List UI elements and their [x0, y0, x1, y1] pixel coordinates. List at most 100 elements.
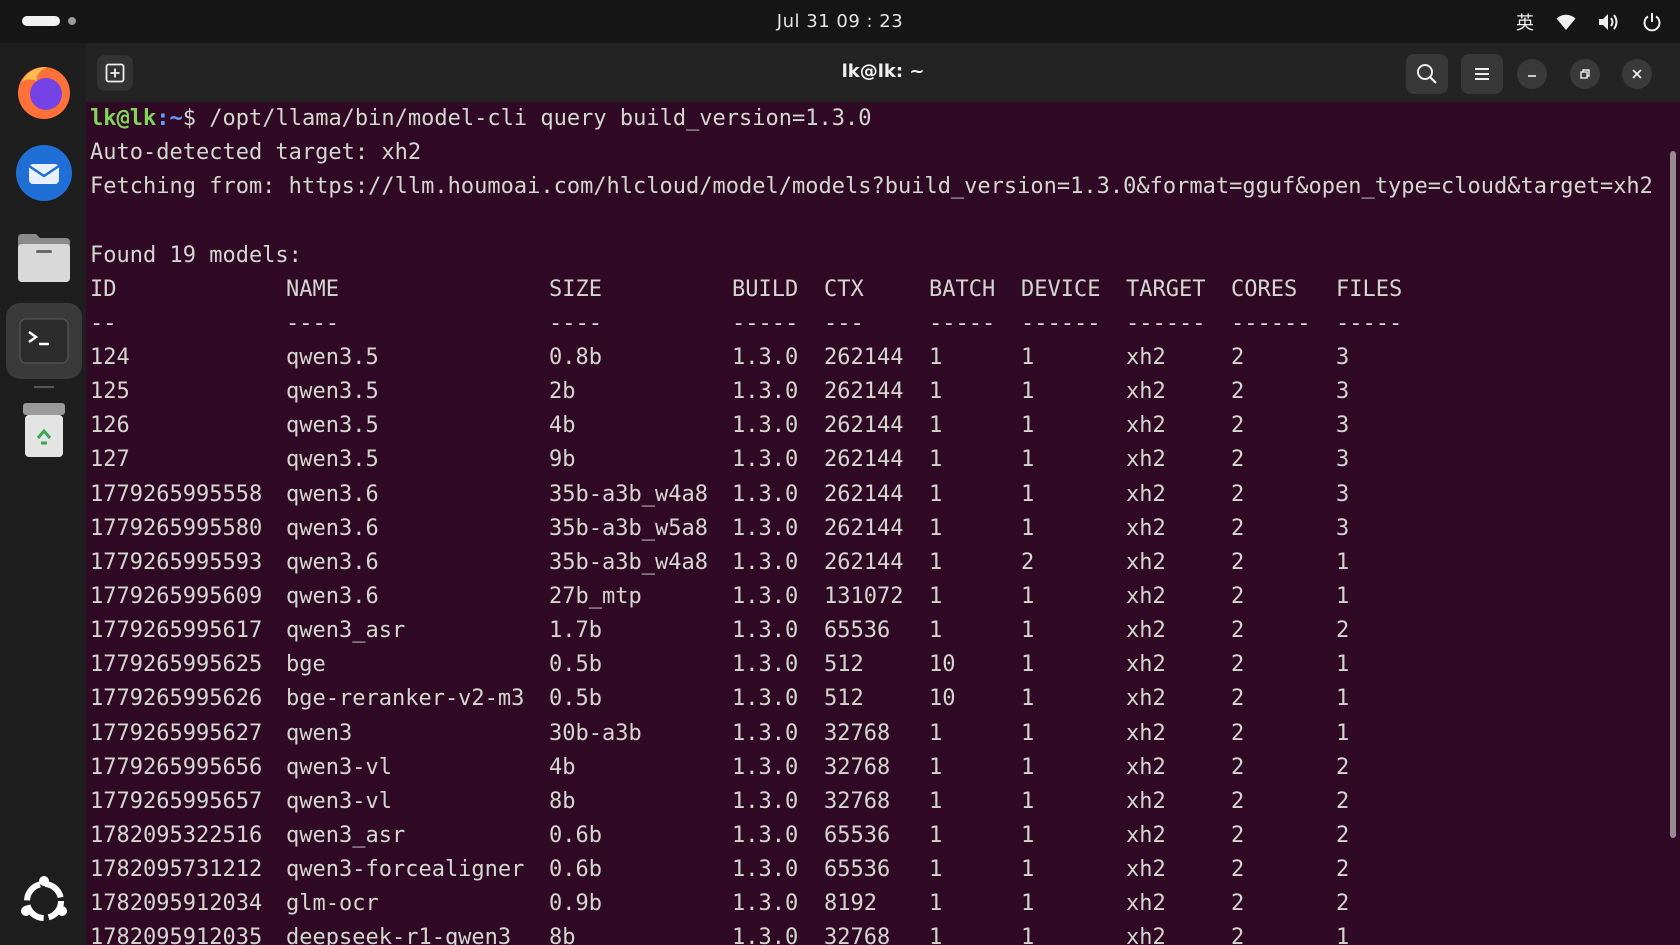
- table-row-cell: 2: [1336, 891, 1350, 917]
- table-row-cell: 1: [929, 413, 943, 439]
- table-row: 1782095731212 qwen3-forcealigner 0.6b 1.3.0…: [90, 853, 1660, 887]
- wifi-icon[interactable]: [1556, 13, 1576, 31]
- table-row-cell: qwen3.5: [286, 344, 379, 370]
- table-header-cell: CTX: [824, 276, 864, 302]
- table-row-cell: 9b: [549, 447, 576, 473]
- table-row-cell: 2: [1231, 925, 1245, 945]
- table-header-cell: DEVICE: [1021, 276, 1101, 302]
- table-row-cell: xh2: [1126, 549, 1166, 575]
- table-separator-cell: ----: [549, 310, 602, 336]
- table-row-cell: 1779265995617: [90, 618, 263, 644]
- table-row-cell: 1.3.0: [732, 379, 799, 405]
- table-row-cell: 2: [1336, 822, 1350, 848]
- table-row-cell: 1.3.0: [732, 344, 799, 370]
- table-row-cell: bge: [286, 652, 326, 678]
- table-row-cell: xh2: [1126, 686, 1166, 712]
- table-row-cell: 1: [1021, 925, 1035, 945]
- table-row-cell: 262144: [824, 549, 904, 575]
- prompt-user: lk@lk: [90, 106, 157, 131]
- input-method-indicator[interactable]: 英: [1516, 9, 1534, 35]
- models-table: ID NAME SIZE BUILD CTX BATCH DEVICE TARGET CORES…: [90, 273, 1660, 945]
- menu-button[interactable]: [1461, 54, 1503, 94]
- table-row-cell: 2: [1231, 379, 1245, 405]
- table-row-cell: 512: [824, 686, 864, 712]
- firefox-icon[interactable]: [12, 60, 76, 124]
- table-row: 1779265995625 bge 0.5b 1.3.0 512 10 1 xh2 2 1: [90, 648, 1660, 682]
- table-row-cell: 262144: [824, 515, 904, 541]
- table-header-cell: FILES: [1336, 276, 1403, 302]
- table-header-cell: ID: [90, 276, 117, 302]
- table-separator-cell: -----: [732, 310, 799, 336]
- search-button[interactable]: [1406, 54, 1448, 94]
- terminal-icon[interactable]: [6, 303, 82, 379]
- table-row-cell: 1: [929, 788, 943, 814]
- table-row-cell: 2: [1231, 720, 1245, 746]
- command-text: /opt/llama/bin/model-cli query build_ver…: [209, 106, 872, 131]
- volume-icon[interactable]: [1598, 13, 1620, 31]
- table-row-cell: 8b: [549, 925, 576, 945]
- table-row-cell: xh2: [1126, 618, 1166, 644]
- table-row-cell: 65536: [824, 618, 891, 644]
- power-icon[interactable]: [1642, 12, 1662, 32]
- table-row-cell: 1: [929, 891, 943, 917]
- top-bar: Jul 31 09 : 23 英: [0, 0, 1680, 43]
- ubuntu-apps-icon[interactable]: [12, 869, 76, 933]
- table-row-cell: 35b-a3b_w4a8: [549, 481, 708, 507]
- table-row-cell: 1: [929, 515, 943, 541]
- table-row-cell: 1: [1336, 686, 1350, 712]
- table-row-cell: 2: [1231, 344, 1245, 370]
- table-row-cell: 1.3.0: [732, 515, 799, 541]
- table-row-cell: xh2: [1126, 720, 1166, 746]
- dock: [0, 43, 86, 945]
- table-row-cell: 27b_mtp: [549, 583, 642, 609]
- table-row-cell: 1: [929, 583, 943, 609]
- table-row-cell: 35b-a3b_w4a8: [549, 549, 708, 575]
- table-row-cell: 262144: [824, 481, 904, 507]
- table-row-cell: 1779265995580: [90, 515, 263, 541]
- prompt-symbol: $: [182, 106, 210, 131]
- thunderbird-icon[interactable]: [12, 141, 76, 205]
- table-row-cell: 1782095912035: [90, 925, 263, 945]
- files-icon[interactable]: [12, 226, 76, 290]
- table-header-cell: NAME: [286, 276, 339, 302]
- table-row-cell: 1: [1336, 583, 1350, 609]
- minimize-button[interactable]: [1517, 59, 1547, 89]
- table-row-cell: 1: [1021, 618, 1035, 644]
- table-row-cell: 10: [929, 652, 956, 678]
- table-row-cell: qwen3.5: [286, 447, 379, 473]
- table-row-cell: 0.6b: [549, 822, 602, 848]
- trash-icon[interactable]: [12, 398, 76, 462]
- table-separator-cell: ------: [1231, 310, 1311, 336]
- close-button[interactable]: [1622, 59, 1652, 89]
- table-row-cell: 1.3.0: [732, 822, 799, 848]
- table-row-cell: xh2: [1126, 822, 1166, 848]
- table-row-cell: 3: [1336, 481, 1350, 507]
- table-row-cell: xh2: [1126, 857, 1166, 883]
- table-row-cell: qwen3: [286, 720, 353, 746]
- restore-icon: [1580, 69, 1590, 79]
- table-row-cell: 1: [1021, 583, 1035, 609]
- clock[interactable]: Jul 31 09 : 23: [0, 11, 1680, 32]
- table-row-cell: qwen3-vl: [286, 754, 392, 780]
- table-separator-cell: ---: [824, 310, 864, 336]
- table-row-cell: 1.3.0: [732, 481, 799, 507]
- restore-button[interactable]: [1570, 59, 1600, 89]
- table-row: 126 qwen3.5 4b 1.3.0 262144 1 1 xh2 2 3: [90, 409, 1660, 443]
- table-row-cell: 2: [1231, 549, 1245, 575]
- terminal-output[interactable]: lk@lk:~$ /opt/llama/bin/model-cli query …: [90, 102, 1660, 945]
- table-row-cell: 1779265995627: [90, 720, 263, 746]
- table-row-cell: qwen3.6: [286, 481, 379, 507]
- table-row-cell: 2: [1231, 583, 1245, 609]
- table-row-cell: xh2: [1126, 925, 1166, 945]
- terminal-window: lk@lk: ~ lk@lk:~$ /opt/llama/bin/model-c…: [86, 43, 1680, 945]
- table-row-cell: 1.3.0: [732, 549, 799, 575]
- scrollbar[interactable]: [1670, 151, 1676, 838]
- system-tray[interactable]: 英: [1516, 9, 1662, 35]
- table-row: 127 qwen3.5 9b 1.3.0 262144 1 1 xh2 2 3: [90, 443, 1660, 477]
- table-row-cell: 0.5b: [549, 686, 602, 712]
- table-row-cell: 65536: [824, 857, 891, 883]
- table-row-cell: 1: [929, 481, 943, 507]
- table-row: 1779265995558 qwen3.6 35b-a3b_w4a8 1.3.0 262…: [90, 478, 1660, 512]
- table-row-cell: 3: [1336, 344, 1350, 370]
- table-row-cell: 3: [1336, 515, 1350, 541]
